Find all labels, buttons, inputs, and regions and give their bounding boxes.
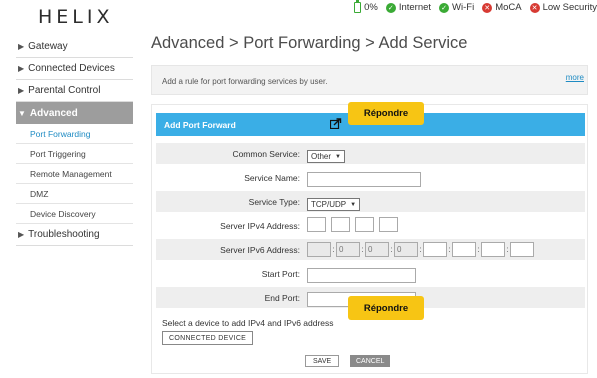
sidebar-item-parental-control[interactable]: ▶ Parental Control [16, 80, 133, 102]
respond-badge[interactable]: Répondre [348, 102, 424, 125]
sidebar-item-advanced[interactable]: ▼ Advanced [16, 102, 133, 124]
service-type-row: Service Type: TCP/UDP ▼ [156, 191, 585, 212]
more-link[interactable]: more [566, 73, 584, 82]
ipv4-label: Server IPv4 Address: [220, 221, 300, 231]
moca-label: MoCA [495, 2, 522, 13]
ipv6-segment-1 [307, 241, 331, 257]
wifi-label: Wi-Fi [452, 2, 475, 13]
page-title: Advanced > Port Forwarding > Add Service [151, 34, 468, 52]
internet-label: Internet [398, 2, 432, 13]
cross-icon: ✕ [482, 2, 493, 13]
ipv6-row: Server IPv6 Address: : 0: 0: 0: : : : [156, 239, 585, 260]
share-icon[interactable] [330, 118, 342, 129]
cross-icon: ✕ [529, 2, 540, 13]
start-port-input[interactable] [307, 268, 416, 283]
common-service-row: Common Service: Other ▼ [156, 143, 585, 164]
internet-status[interactable]: ✓ Internet [385, 2, 432, 13]
service-name-input[interactable] [307, 172, 421, 187]
info-text: Add a rule for port forwarding services … [162, 77, 328, 86]
chevron-right-icon: ▶ [18, 86, 25, 95]
chevron-down-icon: ▼ [350, 201, 357, 208]
sidebar-subitem-dmz[interactable]: DMZ [16, 184, 133, 204]
sidebar-subitem-remote-management[interactable]: Remote Management [16, 164, 133, 184]
info-box: Add a rule for port forwarding services … [151, 65, 588, 95]
respond-badge[interactable]: Répondre [348, 296, 424, 320]
ipv4-row: Server IPv4 Address: [156, 215, 585, 236]
ipv6-segment-4: 0 [394, 241, 418, 257]
ipv4-octet-4[interactable] [379, 217, 398, 232]
service-type-select[interactable]: TCP/UDP ▼ [307, 198, 361, 211]
common-service-select[interactable]: Other ▼ [307, 150, 345, 163]
end-port-label: End Port: [264, 293, 300, 303]
battery-status: 0% [354, 0, 378, 13]
ipv6-segment-2: 0 [336, 241, 360, 257]
sidebar: ▶ Gateway ▶ Connected Devices ▶ Parental… [16, 36, 133, 246]
common-service-value: Other [311, 152, 332, 161]
service-type-value: TCP/UDP [311, 200, 347, 209]
check-icon: ✓ [439, 2, 450, 13]
helix-logo[interactable]: HELIX [38, 6, 114, 28]
sidebar-item-troubleshooting[interactable]: ▶ Troubleshooting [16, 224, 133, 246]
sidebar-subitem-port-forwarding[interactable]: Port Forwarding [16, 124, 133, 144]
service-type-label: Service Type: [248, 197, 300, 207]
sidebar-item-label: Gateway [28, 41, 68, 52]
moca-status[interactable]: ✕ MoCA [482, 2, 522, 13]
battery-label: 0% [364, 2, 378, 13]
device-hint: Select a device to add IPv4 and IPv6 add… [162, 318, 334, 328]
save-button[interactable]: SAVE [305, 355, 340, 367]
sidebar-item-gateway[interactable]: ▶ Gateway [16, 36, 133, 58]
chevron-right-icon: ▶ [18, 42, 25, 51]
sidebar-item-label: Parental Control [28, 85, 101, 96]
status-bar: 0% ✓ Internet ✓ Wi-Fi ✕ MoCA ✕ Low Secur… [346, 0, 597, 13]
top-bar: HELIX 0% ✓ Internet ✓ Wi-Fi ✕ MoCA ✕ Low… [0, 0, 597, 34]
wifi-status[interactable]: ✓ Wi-Fi [439, 2, 474, 13]
chevron-right-icon: ▶ [18, 64, 25, 73]
ipv6-segment-3: 0 [365, 241, 389, 257]
ipv6-segment-8[interactable] [510, 241, 534, 257]
security-status[interactable]: ✕ Low Security [529, 2, 597, 13]
sidebar-item-label: Troubleshooting [28, 229, 100, 240]
start-port-row: Start Port: [156, 263, 585, 284]
battery-icon [354, 0, 362, 13]
cancel-button[interactable]: CANCEL [350, 355, 391, 367]
ipv4-octet-1[interactable] [307, 217, 326, 232]
ipv6-segment-6[interactable] [452, 241, 476, 257]
check-icon: ✓ [385, 2, 396, 13]
ipv4-octet-3[interactable] [355, 217, 374, 232]
ipv6-segment-5[interactable] [423, 241, 447, 257]
ipv6-segment-7[interactable] [481, 241, 505, 257]
sidebar-item-label: Advanced [29, 107, 78, 119]
panel-title: Add Port Forward [164, 120, 236, 130]
sidebar-item-connected-devices[interactable]: ▶ Connected Devices [16, 58, 133, 80]
chevron-right-icon: ▶ [18, 230, 25, 239]
common-service-label: Common Service: [232, 149, 300, 159]
sidebar-subitem-device-discovery[interactable]: Device Discovery [16, 204, 133, 224]
chevron-down-icon: ▼ [335, 153, 341, 160]
add-port-forward-panel: Add Port Forward Common Service: Other ▼… [151, 104, 588, 374]
start-port-label: Start Port: [261, 269, 300, 279]
chevron-down-icon: ▼ [18, 108, 26, 118]
sidebar-item-label: Connected Devices [28, 63, 115, 74]
connected-device-button[interactable]: CONNECTED DEVICE [162, 331, 254, 345]
security-label: Low Security [542, 2, 597, 13]
service-name-row: Service Name: [156, 167, 585, 188]
sidebar-subitem-port-triggering[interactable]: Port Triggering [16, 144, 133, 164]
ipv4-octet-2[interactable] [331, 217, 350, 232]
service-name-label: Service Name: [244, 173, 300, 183]
ipv6-label: Server IPv6 Address: [220, 245, 300, 255]
